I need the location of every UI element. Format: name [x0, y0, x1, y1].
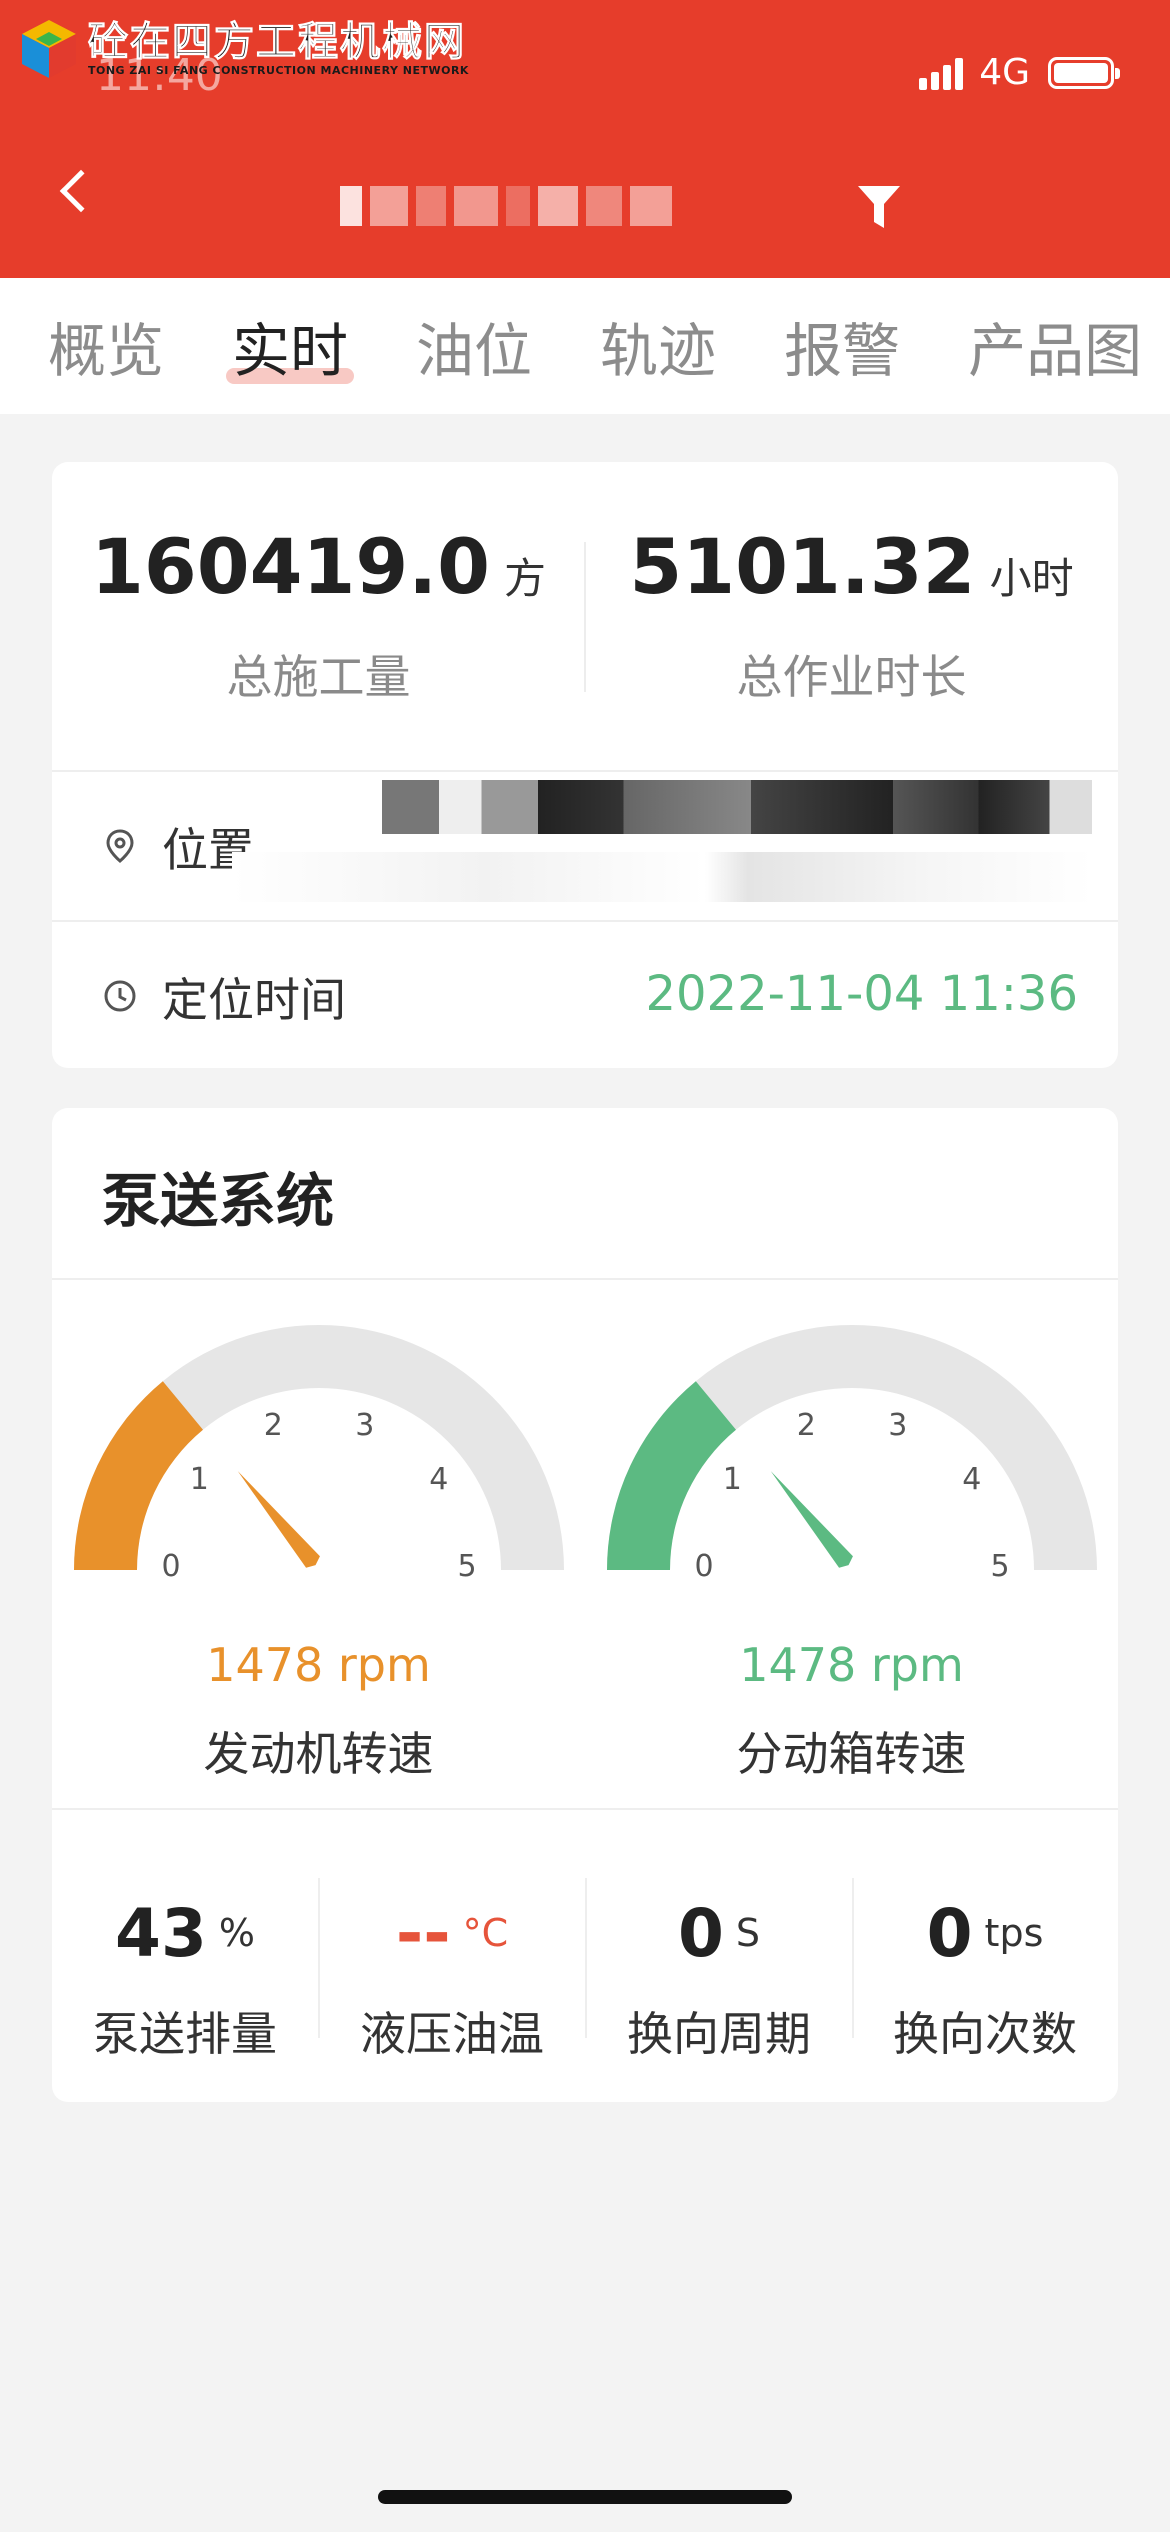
- gauge-tick-label: 4: [429, 1462, 448, 1497]
- engine-speed-gauge: 0 1 2 3 4 5 1478 rpm 发动机转速: [52, 1308, 585, 1781]
- gauge-needle: [237, 1471, 320, 1568]
- total-hours-unit: 小时: [989, 554, 1074, 603]
- watermark-subtitle: TONG ZAI SI FANG CONSTRUCTION MACHINERY …: [88, 64, 469, 77]
- location-pin-icon: [106, 829, 134, 863]
- watermark: 砼在四方工程机械网 TONG ZAI SI FANG CONSTRUCTION …: [20, 18, 469, 80]
- page-title-redacted: [340, 186, 680, 226]
- gauge-tick-label: 0: [161, 1549, 180, 1578]
- pump-displacement-unit: %: [218, 1911, 255, 1955]
- reversing-count-value: 0: [926, 1894, 973, 1972]
- hydraulic-oil-temp-label: 液压油温: [360, 2007, 544, 2061]
- reversing-cycle-unit: S: [735, 1911, 761, 1955]
- pump-system-card: 泵送系统 0 1 2 3 4 5 1478 rpm 发动机转速 0 1 2 3 4 5 1478 r…: [52, 1108, 1118, 2102]
- gauge-tick-label: 0: [694, 1549, 713, 1578]
- reversing-cycle-label: 换向周期: [627, 2007, 811, 2061]
- tab-overview[interactable]: 概览: [48, 304, 164, 388]
- gauge-tick-label: 3: [355, 1408, 374, 1443]
- gauge-tick-label: 2: [263, 1408, 282, 1443]
- reversing-count-unit: tps: [984, 1911, 1044, 1955]
- watermark-logo-icon: [20, 18, 78, 80]
- gauge-tick-label: 3: [888, 1408, 907, 1443]
- gauge-fill: [73, 1381, 203, 1570]
- gauge-tick-label: 4: [962, 1462, 981, 1497]
- transfer-case-speed-gauge: 0 1 2 3 4 5 1478 rpm 分动箱转速: [585, 1308, 1118, 1781]
- battery-icon: [1048, 56, 1120, 89]
- gauge-tick-label: 1: [722, 1462, 741, 1497]
- tab-track[interactable]: 轨迹: [600, 304, 716, 388]
- transfer-case-speed-value: 1478 rpm: [739, 1638, 964, 1692]
- reversing-count-label: 换向次数: [893, 2007, 1077, 2061]
- divider: [52, 1278, 1118, 1280]
- locate-time-label: 定位时间: [162, 973, 346, 1027]
- engine-speed-label: 发动机转速: [203, 1727, 434, 1781]
- clock-icon: [104, 980, 136, 1012]
- reversing-cycle-value: 0: [677, 1894, 724, 1972]
- back-chevron-icon[interactable]: [59, 169, 103, 213]
- signal-icon: [919, 56, 967, 90]
- gauge-tick-label: 5: [457, 1549, 476, 1578]
- reversing-cycle-metric: 0S 换向周期: [586, 1888, 852, 2064]
- pump-displacement-metric: 43% 泵送排量: [52, 1888, 318, 2064]
- tab-bar: 概览 实时 油位 轨迹 报警 产品图: [0, 278, 1170, 414]
- tab-realtime[interactable]: 实时: [226, 304, 355, 388]
- gauge-tick-label: 1: [189, 1462, 208, 1497]
- hydraulic-oil-temp-metric: -- °C 液压油温: [319, 1888, 585, 2064]
- engine-speed-value: 1478 rpm: [206, 1638, 431, 1692]
- gauge-needle: [770, 1471, 853, 1568]
- total-hours-stat: 5101.32 小时 总作业时长: [585, 522, 1118, 707]
- hydraulic-oil-temp-value: --: [395, 1894, 451, 1972]
- location-value-redacted: [382, 780, 1092, 834]
- total-hours-value: 5101.32: [629, 522, 976, 611]
- hydraulic-oil-temp-unit: °C: [462, 1911, 509, 1955]
- locate-time-row: 定位时间 2022-11-04 11:36: [52, 922, 1118, 1070]
- home-indicator[interactable]: [378, 2490, 792, 2504]
- gauge-tick-label: 2: [796, 1408, 815, 1443]
- pump-system-title: 泵送系统: [102, 1167, 335, 1235]
- location-row[interactable]: 位置: [52, 772, 1118, 920]
- total-volume-value: 160419.0: [90, 522, 491, 611]
- network-type: 4G: [979, 52, 1030, 93]
- total-volume-label: 总施工量: [226, 650, 411, 704]
- location-value-redacted-2: [232, 852, 1092, 902]
- transfer-case-speed-label: 分动箱转速: [736, 1727, 967, 1781]
- tab-product-image[interactable]: 产品图: [968, 304, 1142, 388]
- summary-card: 160419.0 方 总施工量 5101.32 小时 总作业时长 位置 定位时间 2…: [52, 462, 1118, 1068]
- gauge-tick-label: 5: [990, 1549, 1009, 1578]
- header-bar: 11:40 砼在四方工程机械网 TONG ZAI SI FANG CONSTRU…: [0, 0, 1170, 278]
- tab-oil-level[interactable]: 油位: [416, 304, 532, 388]
- status-indicators: 4G: [919, 52, 1120, 93]
- pump-displacement-label: 泵送排量: [93, 2007, 277, 2061]
- divider: [52, 1808, 1118, 1810]
- reversing-count-metric: 0 tps 换向次数: [852, 1888, 1118, 2064]
- pump-displacement-value: 43: [115, 1894, 207, 1972]
- total-volume-stat: 160419.0 方 总施工量: [52, 522, 585, 707]
- watermark-title: 砼在四方工程机械网: [88, 19, 466, 65]
- total-hours-label: 总作业时长: [736, 650, 967, 704]
- total-volume-unit: 方: [504, 554, 547, 603]
- transfer-case-speed-gauge-dial: 0 1 2 3 4 5: [606, 1325, 1097, 1578]
- gauge-fill: [606, 1381, 736, 1570]
- filter-icon[interactable]: [856, 182, 902, 232]
- locate-time-value: 2022-11-04 11:36: [645, 966, 1078, 1022]
- engine-speed-gauge-dial: 0 1 2 3 4 5: [73, 1325, 564, 1578]
- tab-alarm[interactable]: 报警: [784, 304, 900, 388]
